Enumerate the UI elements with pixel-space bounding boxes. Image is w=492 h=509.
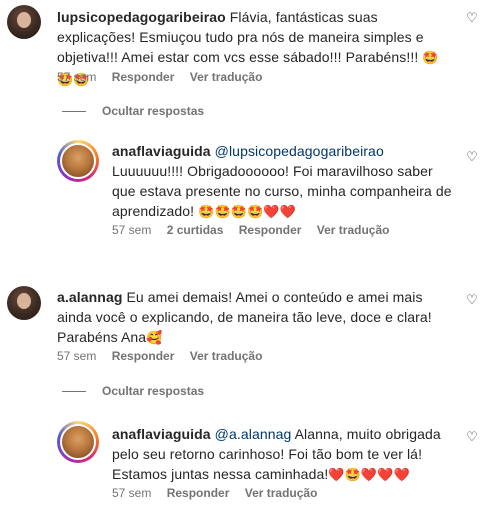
avatar[interactable] bbox=[57, 140, 99, 182]
reply-button[interactable]: Responder bbox=[112, 349, 175, 363]
hide-replies-button[interactable]: Ocultar respostas bbox=[62, 104, 204, 118]
comment-meta: 57 sem Responder Ver tradução bbox=[112, 485, 329, 501]
emoji-group: 🤩🤩🤩🤩❤️❤️ bbox=[198, 205, 296, 220]
username[interactable]: lupsicopedagogaribeirao bbox=[57, 9, 226, 25]
avatar[interactable] bbox=[7, 286, 41, 320]
translate-button[interactable]: Ver tradução bbox=[190, 70, 263, 84]
divider-line bbox=[62, 391, 86, 393]
mention-link[interactable]: @lupsicopedagogaribeirao bbox=[215, 143, 384, 159]
username[interactable]: a.alannag bbox=[57, 289, 122, 305]
emoji-group: ❤️🤩❤️❤️❤️ bbox=[328, 468, 410, 483]
translate-button[interactable]: Ver tradução bbox=[245, 486, 318, 500]
username[interactable]: anaflaviaguida bbox=[112, 426, 211, 442]
comment-text: a.alannag Eu amei demais! Amei o conteúd… bbox=[57, 287, 447, 349]
comment-meta: 57 sem 2 curtidas Responder Ver tradução bbox=[112, 222, 401, 238]
divider-line bbox=[62, 111, 86, 113]
emoji-group: 🥰 bbox=[146, 331, 163, 346]
heart-icon[interactable]: ♡ bbox=[465, 294, 479, 308]
heart-icon[interactable]: ♡ bbox=[465, 12, 479, 26]
reply-button[interactable]: Responder bbox=[239, 223, 302, 237]
mention-link[interactable]: @a.alannag bbox=[215, 426, 292, 442]
comment-text: anaflaviaguida @lupsicopedagogaribeirao … bbox=[112, 141, 452, 223]
timestamp: 57 sem bbox=[112, 223, 152, 237]
reply-button[interactable]: Responder bbox=[167, 486, 230, 500]
heart-icon[interactable]: ♡ bbox=[465, 431, 479, 445]
username[interactable]: anaflaviaguida bbox=[112, 143, 211, 159]
translate-button[interactable]: Ver tradução bbox=[317, 223, 390, 237]
heart-icon[interactable]: ♡ bbox=[465, 151, 479, 165]
timestamp: 57 sem bbox=[57, 349, 97, 363]
timestamp: 57 sem bbox=[112, 486, 152, 500]
timestamp: 57 sem bbox=[57, 70, 97, 84]
likes-count[interactable]: 2 curtidas bbox=[167, 223, 224, 237]
reply-button[interactable]: Responder bbox=[112, 70, 175, 84]
comment-text: anaflaviaguida @a.alannag Alanna, muito … bbox=[112, 424, 442, 486]
translate-button[interactable]: Ver tradução bbox=[190, 349, 263, 363]
hide-replies-button[interactable]: Ocultar respostas bbox=[62, 384, 204, 398]
avatar[interactable] bbox=[7, 5, 41, 39]
avatar[interactable] bbox=[57, 421, 99, 463]
comment-meta: 57 sem Responder Ver tradução bbox=[57, 348, 274, 364]
comment-meta: 57 sem Responder Ver tradução bbox=[57, 69, 274, 85]
